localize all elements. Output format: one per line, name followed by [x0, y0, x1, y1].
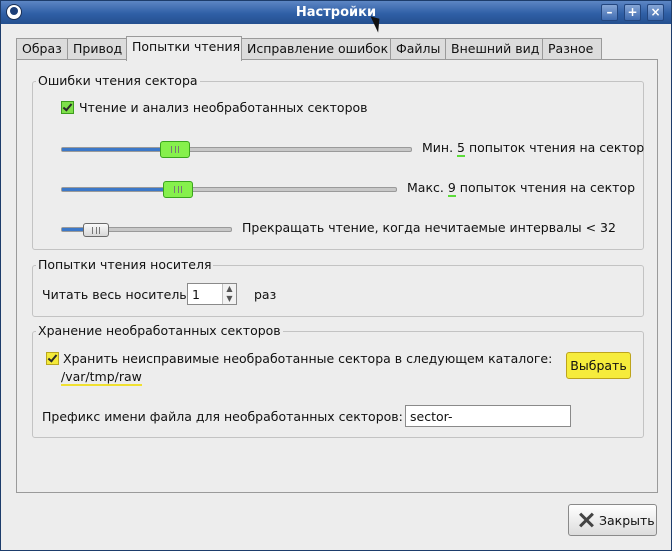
- tab-image[interactable]: Образ: [16, 38, 68, 60]
- skip-interval-slider-handle[interactable]: [83, 223, 109, 237]
- tab-files[interactable]: Файлы: [390, 38, 446, 60]
- raw-storage-legend: Хранение необработанных секторов: [36, 323, 283, 338]
- read-count-value: 1: [192, 287, 200, 302]
- title-bar[interactable]: Настройки – + ×: [1, 1, 671, 24]
- read-count-spinner[interactable]: 1 ▲ ▼: [187, 283, 237, 305]
- sector-errors-legend: Ошибки чтения сектора: [36, 73, 200, 88]
- max-retries-slider[interactable]: [61, 181, 397, 198]
- read-media-label: Читать весь носитель: [42, 287, 187, 302]
- max-retries-slider-fill: [62, 188, 178, 191]
- max-retries-text: Макс. 9 попыток чтения на сектор: [407, 180, 636, 197]
- max-retries-suffix: попыток чтения на сектор: [459, 180, 636, 195]
- close-icon: [577, 511, 595, 529]
- max-retries-value: 9: [447, 180, 456, 197]
- checkmark-icon: [47, 352, 58, 363]
- min-retries-suffix: попыток чтения на сектор: [468, 140, 645, 155]
- maximize-icon[interactable]: +: [624, 4, 641, 21]
- tab-error-correction[interactable]: Исправление ошибок: [241, 38, 391, 60]
- grip-icon: [92, 227, 100, 234]
- min-retries-slider-handle[interactable]: [160, 141, 190, 158]
- min-retries-value: 5: [457, 140, 465, 157]
- store-raw-label: Хранить неисправимые необработанные сект…: [63, 351, 553, 366]
- tab-read-attempts[interactable]: Попытки чтения: [126, 36, 242, 61]
- media-retries-group: Попытки чтения носителя Читать весь носи…: [32, 257, 644, 317]
- checkmark-icon: [62, 101, 73, 112]
- min-retries-slider-fill: [62, 148, 174, 151]
- raw-reading-checkbox[interactable]: [61, 101, 74, 114]
- grip-icon: [174, 186, 182, 193]
- skip-interval-label: Прекращать чтение, когда нечитаемые инте…: [242, 220, 616, 235]
- minimize-icon[interactable]: –: [601, 4, 618, 21]
- raw-storage-path: /var/tmp/raw: [61, 369, 142, 386]
- close-button[interactable]: Закрыть: [568, 504, 657, 536]
- max-retries-slider-handle[interactable]: [163, 181, 193, 198]
- min-retries-prefix: Мин.: [422, 140, 454, 155]
- max-retries-prefix: Макс.: [407, 180, 444, 195]
- read-count-unit: раз: [254, 287, 277, 302]
- tab-misc[interactable]: Разное: [542, 38, 602, 60]
- preferences-window: Настройки – + × Образ Привод Попытки чте…: [0, 0, 672, 551]
- raw-storage-group: Хранение необработанных секторов Хранить…: [32, 323, 644, 438]
- min-retries-text: Мин. 5 попыток чтения на сектор: [422, 140, 645, 157]
- skip-interval-slider[interactable]: [61, 223, 232, 237]
- filename-prefix-input[interactable]: sector-: [405, 405, 571, 427]
- sector-errors-group: Ошибки чтения сектора Чтение и анализ не…: [32, 73, 645, 250]
- tab-drive[interactable]: Привод: [67, 38, 127, 60]
- raw-reading-label: Чтение и анализ необработанных секторов: [79, 100, 368, 115]
- media-retries-legend: Попытки чтения носителя: [36, 257, 214, 272]
- spinner-arrows-icon[interactable]: ▲ ▼: [222, 284, 236, 304]
- store-raw-checkbox[interactable]: [46, 352, 59, 365]
- close-window-icon[interactable]: ×: [647, 4, 664, 21]
- read-attempts-panel: Ошибки чтения сектора Чтение и анализ не…: [16, 59, 658, 493]
- filename-prefix-label: Префикс имени файла для необработанных с…: [42, 409, 403, 424]
- window-title: Настройки: [295, 5, 377, 20]
- min-retries-slider[interactable]: [61, 141, 412, 158]
- tab-appearance[interactable]: Внешний вид: [445, 38, 543, 60]
- choose-directory-button[interactable]: Выбрать: [566, 352, 631, 379]
- close-button-label: Закрыть: [599, 513, 655, 528]
- grip-icon: [171, 146, 179, 153]
